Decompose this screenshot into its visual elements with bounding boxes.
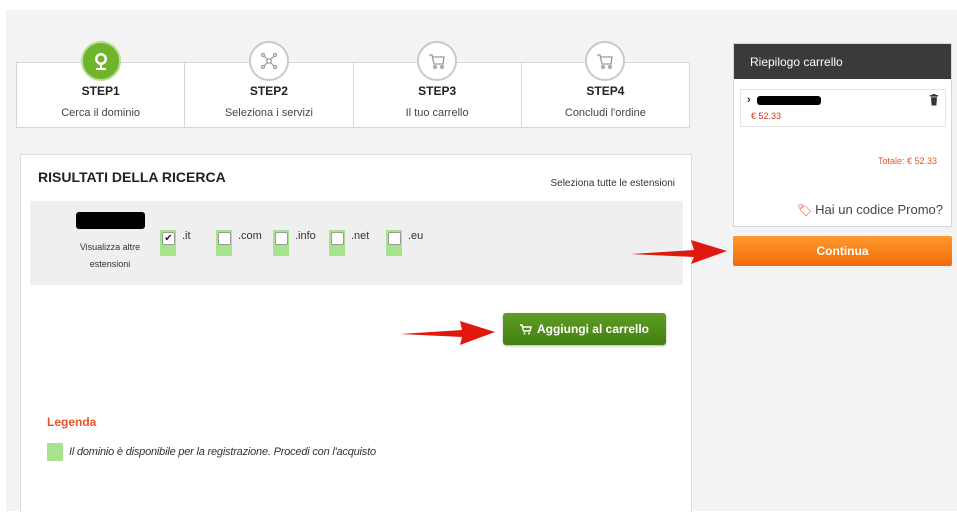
extension-label: .info <box>295 230 316 242</box>
cart-total: Totale: € 52.33 <box>877 156 937 166</box>
extension-label: .net <box>351 230 370 242</box>
network-icon <box>248 41 289 81</box>
extension-checkbox[interactable] <box>331 232 344 245</box>
legend-text: Il dominio è disponibile per la registra… <box>69 446 376 458</box>
chevron-right-icon[interactable]: › <box>747 94 751 106</box>
legend-available-swatch <box>47 443 63 461</box>
search-results-panel: RISULTATI DELLA RICERCA Seleziona tutte … <box>20 154 692 512</box>
step-title: STEP1 <box>81 84 120 98</box>
domain-result-row: Visualizza altre estensioni ✔ .it .com .… <box>30 201 683 285</box>
step-title: STEP4 <box>586 84 625 98</box>
cart-header: Riepilogo carrello <box>734 44 951 79</box>
trash-icon[interactable] <box>929 94 939 106</box>
promo-code-link[interactable]: 🏷 Hai un codice Promo? <box>797 202 943 217</box>
continue-label: Continua <box>816 244 869 258</box>
results-title: RISULTATI DELLA RICERCA <box>38 169 226 185</box>
select-all-extensions-link[interactable]: Seleziona tutte le estensioni <box>550 178 675 189</box>
cart-icon <box>519 323 532 334</box>
cart-header-title: Riepilogo carrello <box>750 55 843 69</box>
step-subtitle: Il tuo carrello <box>405 107 469 119</box>
extension-checkbox[interactable] <box>275 232 288 245</box>
checkout-steps: STEP1 Cerca il dominio STEP2 Seleziona i… <box>16 41 690 128</box>
redacted-domain-name <box>76 212 145 229</box>
cart-summary: Riepilogo carrello › € 52.33 Totale: € 5… <box>733 43 952 227</box>
cart-icon <box>417 41 458 81</box>
more-extensions-link[interactable]: Visualizza altre estensioni <box>70 239 150 273</box>
globe-icon <box>80 41 121 81</box>
step-2[interactable]: STEP2 Seleziona i servizi <box>185 41 354 127</box>
step-3[interactable]: STEP3 Il tuo carrello <box>354 41 522 127</box>
continue-button[interactable]: Continua <box>733 236 952 266</box>
step-title: STEP2 <box>249 84 288 98</box>
extension-label: .it <box>182 230 191 242</box>
red-arrow-icon <box>630 240 727 264</box>
promo-code-label: Hai un codice Promo? <box>815 202 943 217</box>
cart-item-price: € 52.33 <box>751 111 782 121</box>
redacted-domain-name <box>757 96 821 105</box>
extension-label: .eu <box>408 230 424 242</box>
step-title: STEP3 <box>418 84 457 98</box>
step-1[interactable]: STEP1 Cerca il dominio <box>17 41 186 127</box>
add-to-cart-button[interactable]: Aggiungi al carrello <box>503 313 666 345</box>
tag-icon: 🏷 <box>796 203 813 217</box>
extension-checkbox[interactable] <box>388 232 401 245</box>
step-subtitle: Cerca il dominio <box>61 107 141 119</box>
step-subtitle: Concludi l'ordine <box>564 107 646 119</box>
cart-item: › € 52.33 <box>740 89 946 127</box>
extension-checkbox[interactable] <box>218 232 231 245</box>
step-subtitle: Seleziona i servizi <box>224 107 313 119</box>
red-arrow-icon <box>400 321 495 345</box>
legend-title: Legenda <box>47 415 97 429</box>
cart-icon <box>585 41 626 81</box>
extension-checkbox[interactable]: ✔ <box>162 232 175 245</box>
add-to-cart-label: Aggiungi al carrello <box>536 322 650 336</box>
extension-label: .com <box>238 230 262 242</box>
step-4[interactable]: STEP4 Concludi l'ordine <box>522 41 689 127</box>
